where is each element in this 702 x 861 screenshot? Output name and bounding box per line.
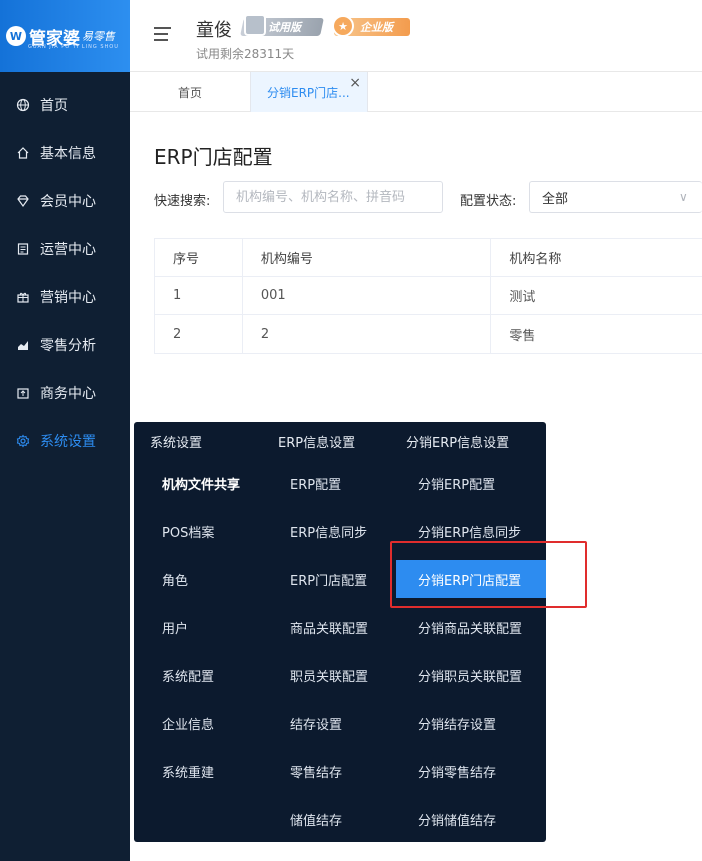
menu-item-pos-archive[interactable]: POS档案 (162, 512, 214, 550)
menu-item-system-rebuild[interactable]: 系统重建 (162, 752, 214, 790)
menu-item-balance-settings[interactable]: 结存设置 (290, 704, 342, 742)
sidebar-item-business-center[interactable]: 商务中心 (0, 369, 130, 417)
monitor-icon (244, 14, 266, 36)
menu-item-org-file-sharing[interactable]: 机构文件共享 (162, 464, 240, 502)
menu-item-role[interactable]: 角色 (162, 560, 188, 598)
table-cell: 2 (243, 315, 492, 353)
gear-icon (16, 434, 30, 448)
table-cell: 测试 (509, 290, 536, 305)
sidebar: W 管家婆 易零售 GUAN JIA PO YI LING SHOU 首页 基本… (0, 0, 130, 861)
menu-item-erp-store-config[interactable]: ERP门店配置 (290, 560, 367, 598)
menu-item-dist-retail-balance[interactable]: 分销零售结存 (418, 752, 496, 790)
logo-tagline: GUAN JIA PO YI LING SHOU (28, 44, 119, 50)
star-icon: ★ (332, 15, 354, 37)
sidebar-item-label: 营销中心 (40, 290, 96, 306)
table-cell: 1 (155, 277, 243, 314)
menu-item-dist-stored-value-balance[interactable]: 分销储值结存 (418, 800, 496, 838)
chart-icon (16, 338, 30, 352)
sidebar-item-basic-info[interactable]: 基本信息 (0, 129, 130, 177)
sidebar-item-home[interactable]: 首页 (0, 81, 130, 129)
column-header[interactable]: 机构名称 (491, 239, 702, 276)
table-cell: 零售 (509, 328, 536, 344)
menu-item-user[interactable]: 用户 (162, 608, 188, 646)
sidebar-item-label: 系统设置 (40, 434, 96, 450)
sidebar-item-label: 基本信息 (40, 146, 96, 162)
user-name: 童俊 (196, 20, 232, 41)
sidebar-item-system-settings[interactable]: 系统设置 (0, 417, 130, 465)
menu-item-system-config[interactable]: 系统配置 (162, 656, 214, 694)
trial-remaining: 试用剩余28311天 (196, 47, 295, 61)
menu-item-dist-erp-config[interactable]: 分销ERP配置 (418, 464, 495, 502)
logo[interactable]: W 管家婆 易零售 GUAN JIA PO YI LING SHOU (0, 0, 130, 72)
column-header[interactable]: 序号 (155, 239, 243, 276)
tab-home[interactable]: 首页 (130, 72, 250, 112)
document-icon (16, 242, 30, 256)
sidebar-item-label: 商务中心 (40, 386, 96, 402)
system-settings-menu: 系统设置 ERP信息设置 分销ERP信息设置 机构文件共享 POS档案 角色 用… (134, 422, 546, 842)
sidebar-item-retail-analysis[interactable]: 零售分析 (0, 321, 130, 369)
tab-erp-store-config[interactable]: 分销ERP门店... × (250, 72, 368, 112)
menu-item-erp-sync[interactable]: ERP信息同步 (290, 512, 367, 550)
logo-icon: W (6, 26, 26, 46)
table-header: 序号 机构编号 机构名称 (155, 239, 702, 277)
sidebar-item-label: 零售分析 (40, 338, 96, 354)
table-cell: 001 (243, 277, 492, 314)
menu-item-product-link-config[interactable]: 商品关联配置 (290, 608, 368, 646)
search-input[interactable] (223, 181, 443, 213)
search-label: 快速搜索: (154, 194, 211, 209)
table-cell: 2 (155, 315, 243, 353)
header: 童俊 试用版 企业版 ★ 试用剩余28311天 (130, 0, 702, 72)
highlight-annotation (390, 541, 587, 608)
sidebar-item-label: 首页 (40, 98, 68, 114)
close-icon[interactable]: × (349, 75, 361, 91)
page-title: ERP门店配置 (154, 145, 273, 169)
globe-icon (16, 98, 30, 112)
store-table: 序号 机构编号 机构名称 1 001 测试 2 2 零售 (154, 238, 702, 354)
menu-toggle-icon[interactable] (154, 27, 171, 41)
menu-item-retail-balance[interactable]: 零售结存 (290, 752, 342, 790)
status-select[interactable]: 全部 (529, 181, 702, 213)
sidebar-item-marketing-center[interactable]: 营销中心 (0, 273, 130, 321)
menu-item-dist-staff-link-config[interactable]: 分销职员关联配置 (418, 656, 522, 694)
status-label: 配置状态: (460, 194, 517, 209)
table-row[interactable]: 1 001 测试 (155, 277, 702, 315)
upload-box-icon (16, 386, 30, 400)
home-icon (16, 146, 30, 160)
menu-item-dist-balance-settings[interactable]: 分销结存设置 (418, 704, 496, 742)
sidebar-item-label: 运营中心 (40, 242, 96, 258)
menu-item-erp-config[interactable]: ERP配置 (290, 464, 341, 502)
menu-section-dist-erp-settings: 分销ERP信息设置 (406, 436, 510, 451)
gift-icon (16, 290, 30, 304)
sidebar-item-member-center[interactable]: 会员中心 (0, 177, 130, 225)
menu-item-dist-product-link-config[interactable]: 分销商品关联配置 (418, 608, 522, 646)
sidebar-item-operation-center[interactable]: 运营中心 (0, 225, 130, 273)
table-row[interactable]: 2 2 零售 (155, 315, 702, 353)
chevron-down-icon[interactable]: ∨ (679, 190, 691, 204)
menu-section-erp-settings: ERP信息设置 (278, 436, 356, 451)
menu-item-staff-link-config[interactable]: 职员关联配置 (290, 656, 368, 694)
menu-item-enterprise-info[interactable]: 企业信息 (162, 704, 214, 742)
column-header[interactable]: 机构编号 (243, 239, 492, 276)
diamond-icon (16, 194, 30, 208)
logo-sub: 易零售 (82, 30, 115, 43)
tab-bar: 首页 分销ERP门店... × (130, 72, 702, 112)
menu-item-stored-value-balance[interactable]: 储值结存 (290, 800, 342, 838)
sidebar-item-label: 会员中心 (40, 194, 96, 210)
menu-section-system-settings: 系统设置 (150, 436, 203, 451)
